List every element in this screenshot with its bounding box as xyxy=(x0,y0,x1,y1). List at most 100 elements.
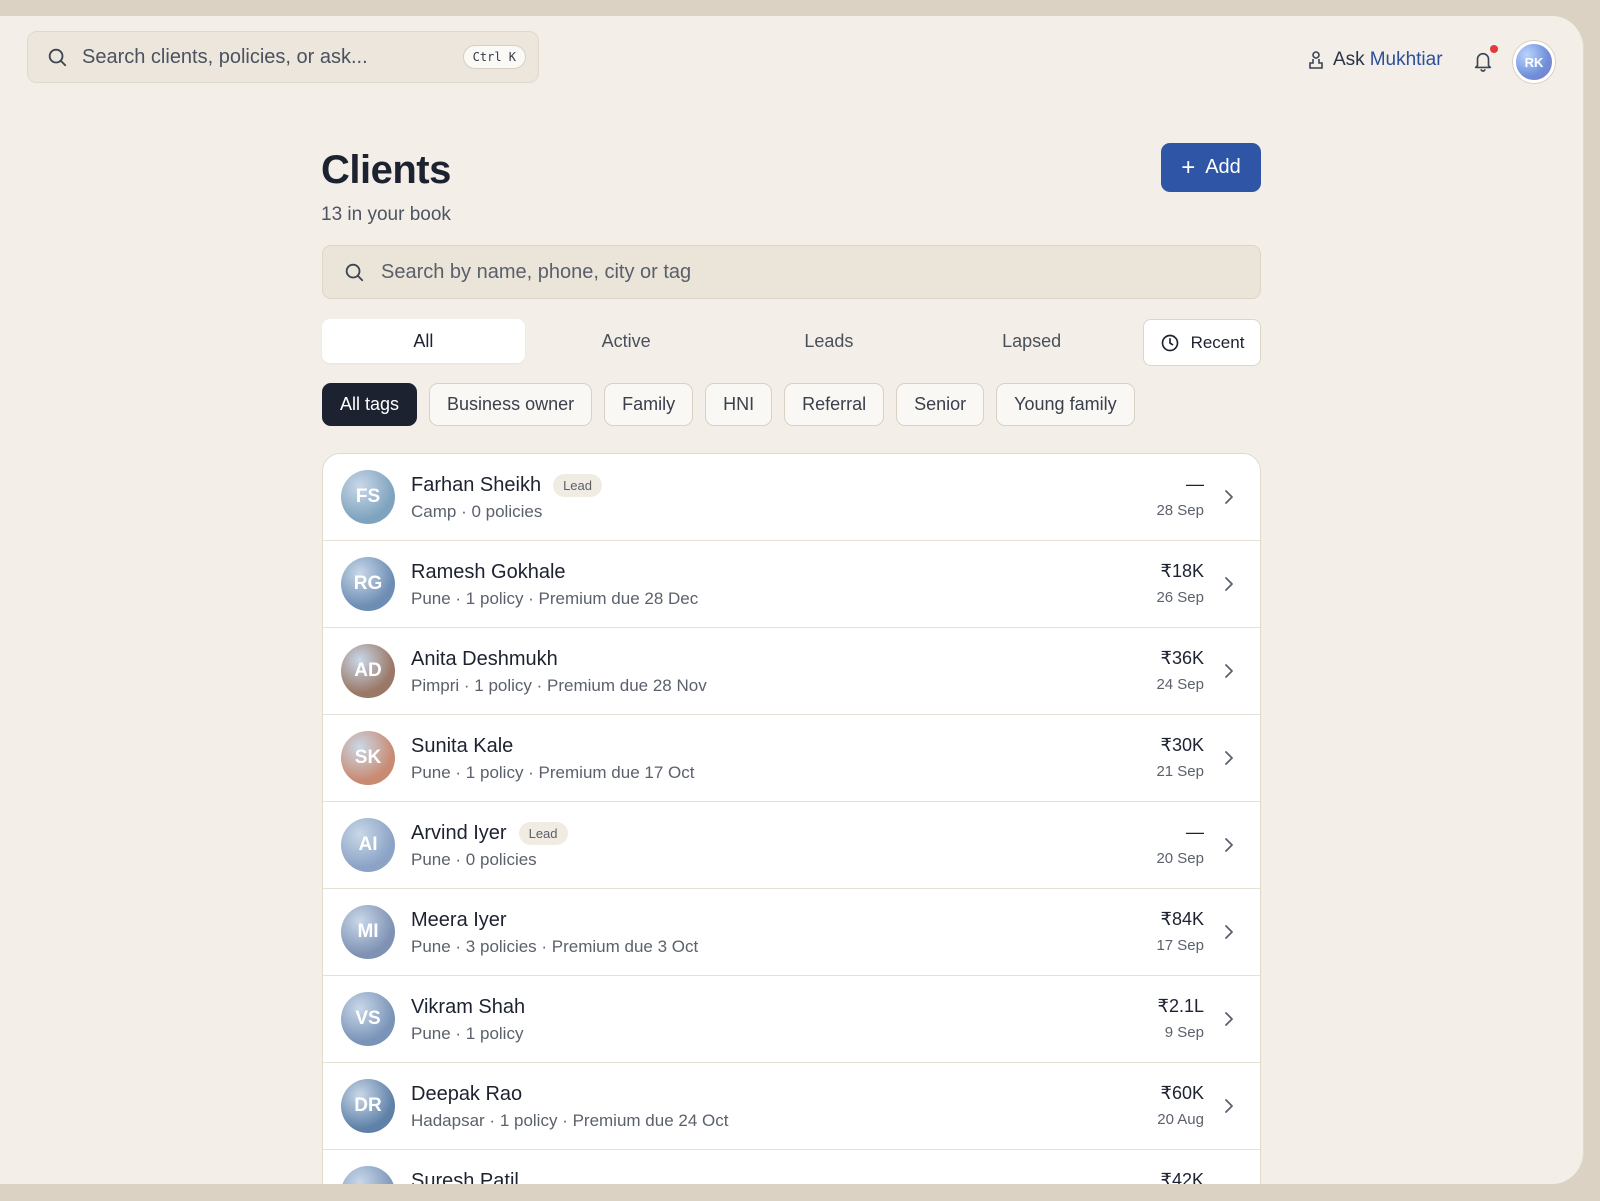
client-avatar: VS xyxy=(341,992,395,1046)
client-avatar: RG xyxy=(341,557,395,611)
client-premium: — xyxy=(1186,474,1204,494)
client-avatar: SK xyxy=(341,731,395,785)
tag-filters: All tags Business owner Family HNI Refer… xyxy=(322,383,1135,426)
client-meta: Pimpri · 1 policy · Premium due 28 Nov xyxy=(411,676,707,695)
app-window: Search clients, policies, or ask... Ctrl… xyxy=(0,16,1584,1184)
notification-dot xyxy=(1490,45,1498,53)
client-meta: Pune · 1 policy · Premium due 17 Oct xyxy=(411,763,695,782)
client-name: Ramesh Gokhale xyxy=(411,561,566,583)
bell-icon xyxy=(1474,52,1492,72)
user-avatar[interactable]: RK xyxy=(1513,41,1555,83)
client-name-line: Farhan Sheikh Lead xyxy=(411,474,602,497)
client-row[interactable]: AD Anita Deshmukh Pimpri · 1 policy · Prem… xyxy=(323,628,1260,715)
search-icon xyxy=(345,263,364,282)
tag-all[interactable]: All tags xyxy=(322,383,418,426)
client-last-activity: 20 Sep xyxy=(1156,850,1204,867)
client-premium: ₹42K xyxy=(1160,1170,1204,1184)
client-name: Farhan Sheikh xyxy=(411,474,542,496)
client-row[interactable]: SP Suresh Patil ₹42K xyxy=(323,1150,1260,1184)
client-avatar: AI xyxy=(341,818,395,872)
page-title: Clients xyxy=(321,148,451,192)
client-name: Sunita Kale xyxy=(411,735,514,757)
chevron-right-icon xyxy=(1225,838,1233,852)
ask-assistant-name: Mukhtiar xyxy=(1369,49,1443,70)
client-last-activity: 9 Sep xyxy=(1164,1024,1204,1041)
chevron-right-icon xyxy=(1225,490,1233,504)
ask-assistant-button[interactable]: Ask Mukhtiar xyxy=(1308,49,1443,71)
client-last-activity: 20 Aug xyxy=(1157,1111,1204,1128)
search-icon xyxy=(48,48,67,67)
client-name: Deepak Rao xyxy=(411,1083,523,1105)
client-avatar: FS xyxy=(341,470,395,524)
client-meta: Pune · 0 policies xyxy=(411,850,537,869)
plus-icon: + xyxy=(1181,153,1196,181)
clock-icon xyxy=(1161,334,1178,351)
client-row[interactable]: RG Ramesh Gokhale Pune · 1 policy · Premiu… xyxy=(323,541,1260,628)
tab-active[interactable]: Active xyxy=(525,319,728,363)
client-name-line: Deepak Rao xyxy=(411,1083,522,1106)
tab-leads[interactable]: Leads xyxy=(728,319,931,363)
client-premium: ₹30K xyxy=(1160,735,1204,755)
global-search-placeholder: Search clients, policies, or ask... xyxy=(82,45,368,68)
client-premium: ₹84K xyxy=(1160,909,1204,929)
client-name-line: Anita Deshmukh xyxy=(411,648,558,671)
client-row[interactable]: MI Meera Iyer Pune · 3 policies · Premium … xyxy=(323,889,1260,976)
client-premium: ₹18K xyxy=(1160,561,1204,581)
tag-senior[interactable]: Senior xyxy=(896,383,985,426)
chevron-right-icon xyxy=(1225,577,1233,591)
tab-lapsed[interactable]: Lapsed xyxy=(930,319,1133,363)
chevron-right-icon xyxy=(1225,1012,1233,1026)
client-last-activity: 21 Sep xyxy=(1156,763,1204,780)
chevron-right-icon xyxy=(1225,925,1233,939)
client-avatar: SP xyxy=(341,1166,395,1184)
tag-young-family[interactable]: Young family xyxy=(996,383,1135,426)
shortcut-hint: Ctrl K xyxy=(462,45,526,69)
lead-badge: Lead xyxy=(553,474,602,497)
client-last-activity: 17 Sep xyxy=(1156,937,1204,954)
tag-referral[interactable]: Referral xyxy=(784,383,885,426)
lead-badge: Lead xyxy=(518,822,568,845)
client-last-activity: 26 Sep xyxy=(1156,589,1204,606)
client-meta: Pune · 1 policy xyxy=(411,1024,524,1043)
client-name: Vikram Shah xyxy=(411,996,526,1018)
client-count: 13 in your book xyxy=(321,204,451,225)
client-meta: Camp · 0 policies xyxy=(411,502,543,521)
client-row[interactable]: FS Farhan Sheikh Lead Camp · 0 policies — 28 … xyxy=(323,454,1260,541)
client-search-input[interactable]: Search by name, phone, city or tag xyxy=(322,245,1261,299)
client-list: FS Farhan Sheikh Lead Camp · 0 policies — 28 … xyxy=(322,453,1261,1184)
chevron-right-icon xyxy=(1225,664,1233,678)
global-search-input[interactable]: Search clients, policies, or ask... Ctrl… xyxy=(27,31,539,83)
tag-family[interactable]: Family xyxy=(604,383,694,426)
client-name: Meera Iyer xyxy=(411,909,507,931)
client-name: Suresh Patil xyxy=(411,1170,519,1184)
client-row[interactable]: AI Arvind Iyer Lead Pune · 0 policies — 20 Se… xyxy=(323,802,1260,889)
status-tabs: All Active Leads Lapsed xyxy=(322,319,1133,363)
client-avatar: MI xyxy=(341,905,395,959)
client-premium: ₹2.1L xyxy=(1157,996,1205,1016)
client-premium: — xyxy=(1186,822,1204,842)
client-name-line: Sunita Kale xyxy=(411,735,513,758)
client-premium: ₹36K xyxy=(1160,648,1204,668)
client-name-line: Meera Iyer xyxy=(411,909,507,932)
client-meta: Pune · 1 policy · Premium due 28 Dec xyxy=(411,589,699,608)
client-name-line: Ramesh Gokhale xyxy=(411,561,566,584)
client-premium: ₹60K xyxy=(1160,1083,1204,1103)
tab-all[interactable]: All xyxy=(322,319,525,363)
notifications-button[interactable] xyxy=(1472,45,1498,75)
chevron-right-icon xyxy=(1225,1099,1233,1113)
sort-recent-button[interactable]: Recent xyxy=(1143,319,1261,366)
recent-label: Recent xyxy=(1190,332,1245,352)
client-row[interactable]: SK Sunita Kale Pune · 1 policy · Premium d… xyxy=(323,715,1260,802)
tag-business-owner[interactable]: Business owner xyxy=(429,383,593,426)
client-row[interactable]: VS Vikram Shah Pune · 1 policy ₹2.1L 9 Sep xyxy=(323,976,1260,1063)
add-client-button[interactable]: + Add xyxy=(1161,143,1261,192)
client-row[interactable]: DR Deepak Rao Hadapsar · 1 policy · Premiu… xyxy=(323,1063,1260,1150)
client-name: Anita Deshmukh xyxy=(411,648,558,670)
client-last-activity: 28 Sep xyxy=(1156,502,1204,519)
client-name-line: Vikram Shah xyxy=(411,996,525,1019)
tag-hni[interactable]: HNI xyxy=(705,383,773,426)
add-label: Add xyxy=(1205,156,1241,178)
ask-label: Ask xyxy=(1333,49,1365,70)
chevron-right-icon xyxy=(1225,751,1233,765)
client-meta: Hadapsar · 1 policy · Premium due 24 Oct xyxy=(411,1111,729,1130)
